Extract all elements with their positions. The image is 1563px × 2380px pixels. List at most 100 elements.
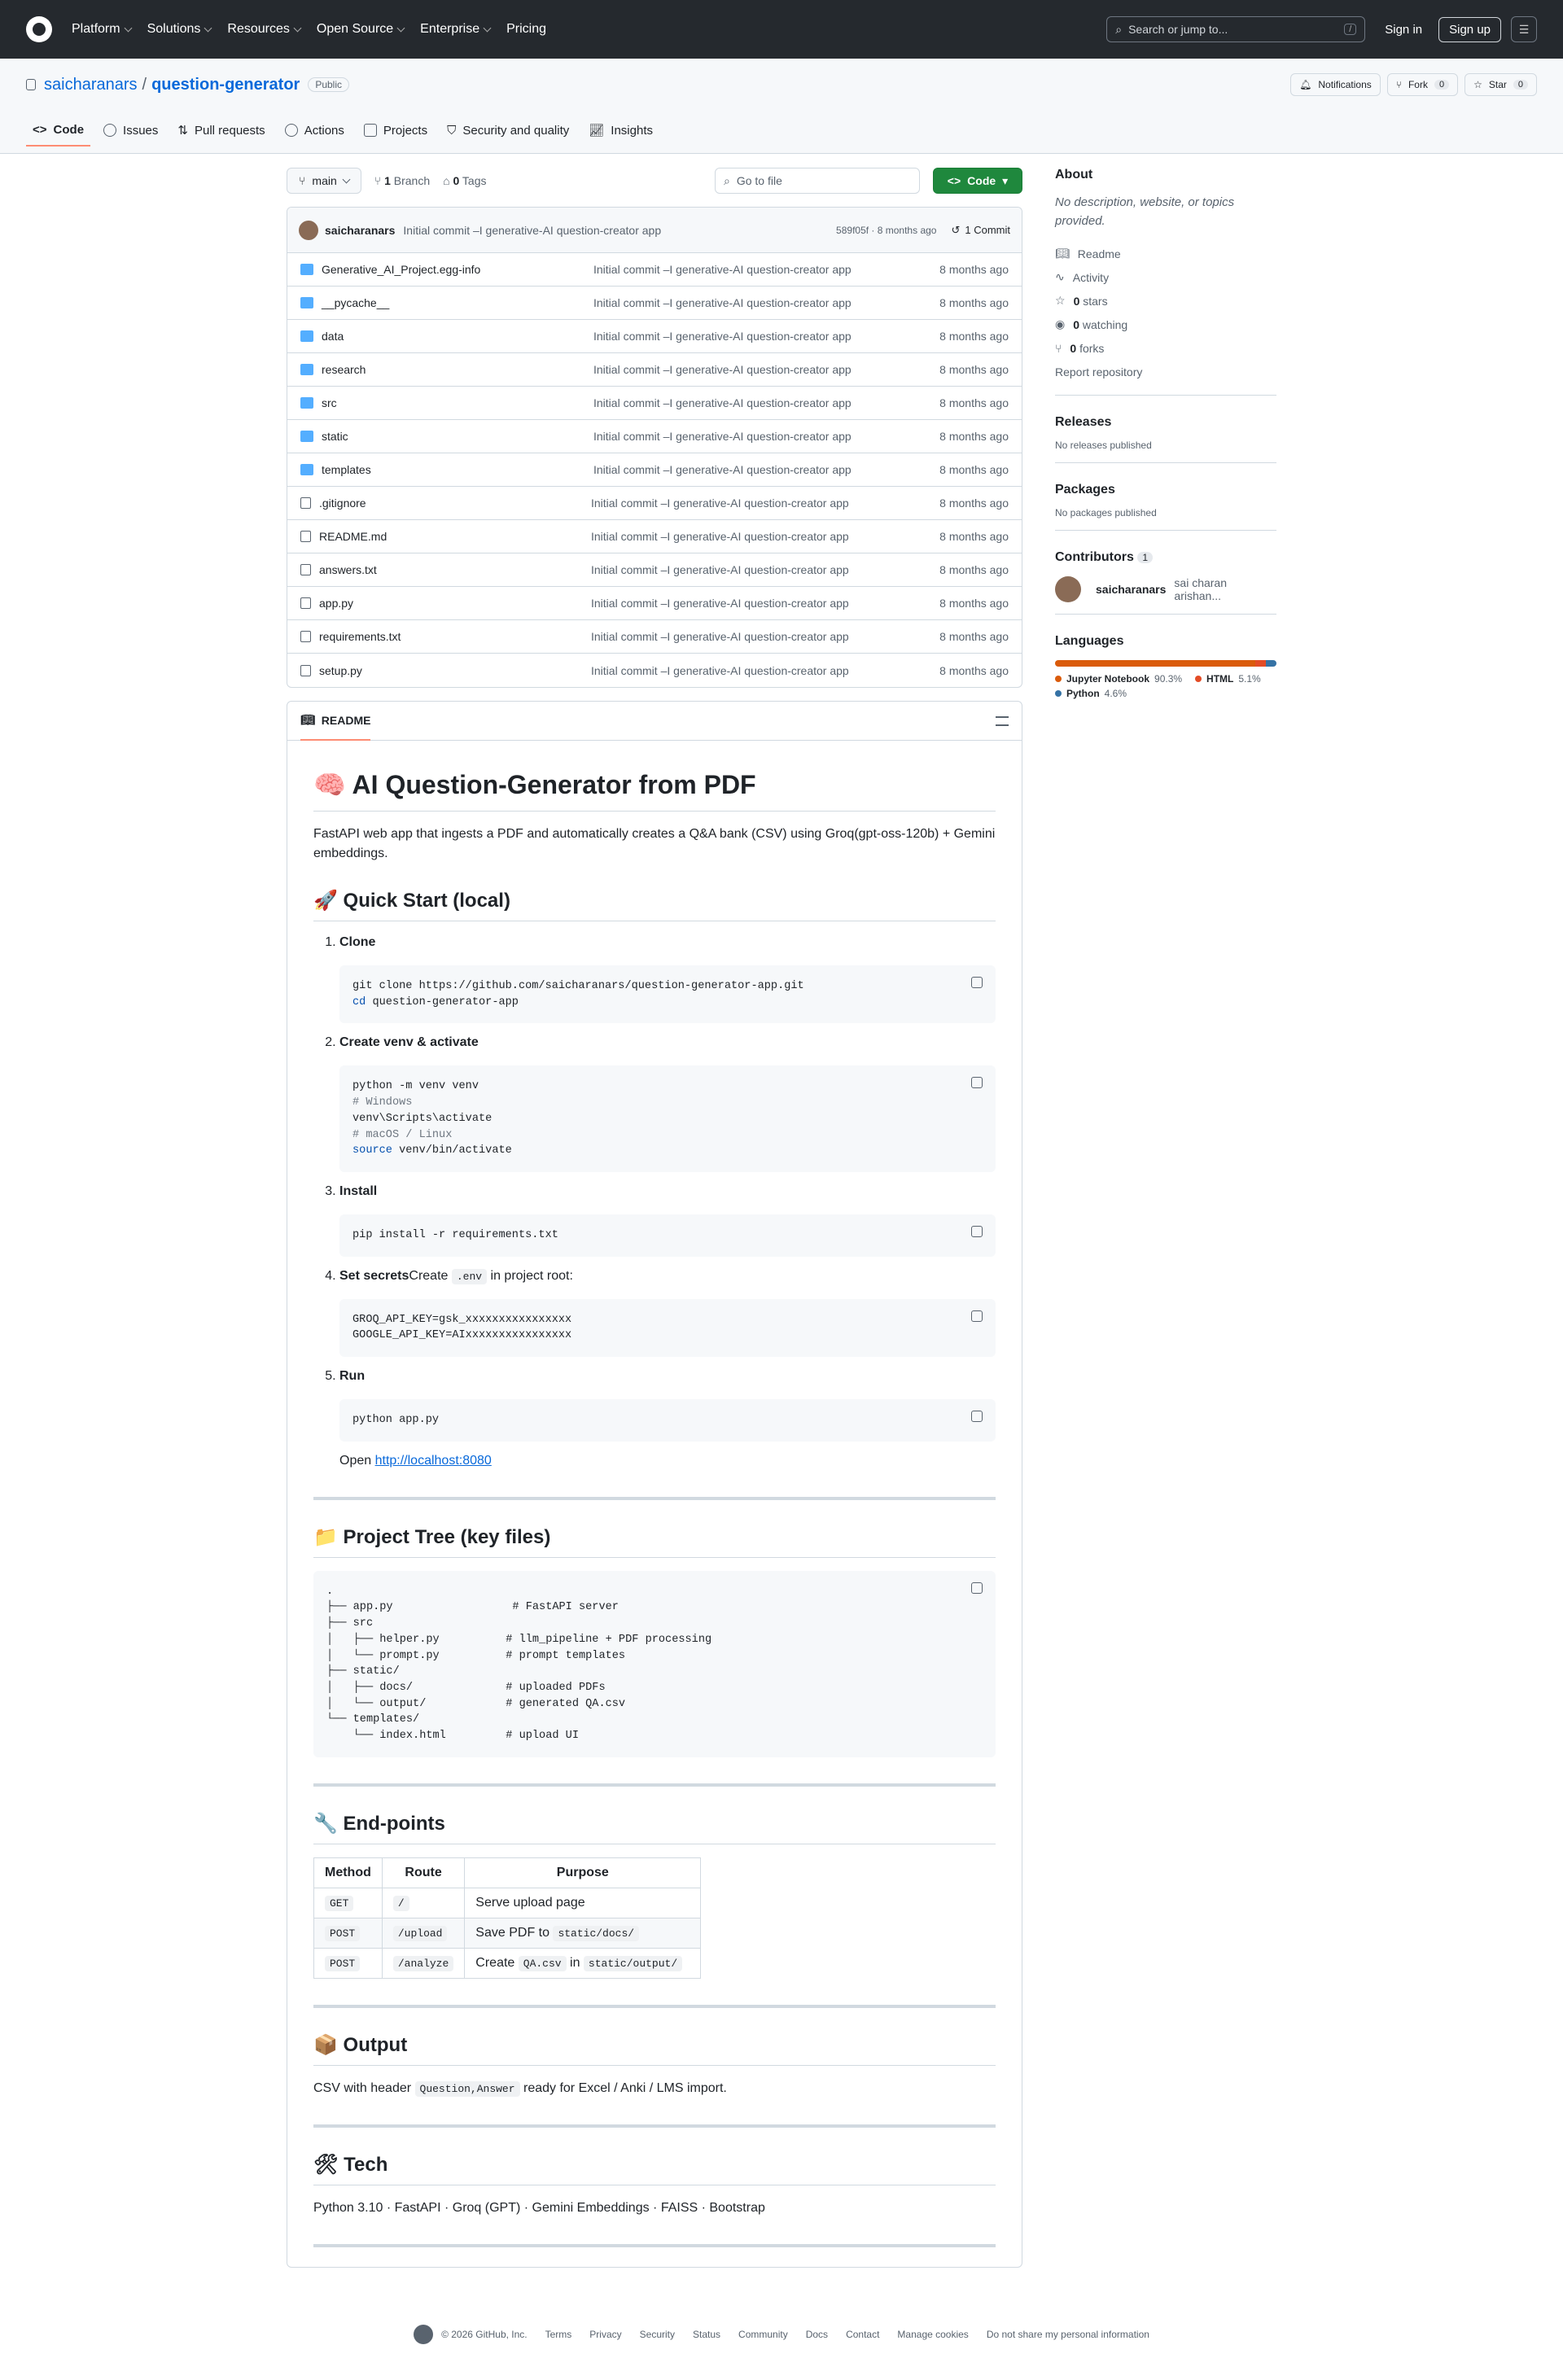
language-item[interactable]: Jupyter Notebook 90.3% <box>1055 673 1182 685</box>
watching-link[interactable]: ◉ 0 watching <box>1055 313 1276 336</box>
commit-count-link[interactable]: ↺ 1 Commit <box>951 224 1010 237</box>
go-to-file-input[interactable]: ⌕ Go to file <box>715 168 920 194</box>
copy-icon[interactable] <box>971 1310 983 1322</box>
file-row[interactable]: data Initial commit –I generative-AI ques… <box>287 320 1022 353</box>
footer-link[interactable]: Security <box>640 2329 675 2340</box>
sign-up-button[interactable]: Sign up <box>1438 16 1501 42</box>
code-button[interactable]: <> Code ▾ <box>933 168 1022 194</box>
file-row[interactable]: answers.txt Initial commit –I generative-… <box>287 553 1022 587</box>
tab-insights[interactable]: 📈︎ Insights <box>582 114 659 147</box>
nav-pricing[interactable]: Pricing <box>506 22 546 37</box>
footer-link[interactable]: Privacy <box>589 2329 621 2340</box>
footer-link[interactable]: Manage cookies <box>897 2329 968 2340</box>
file-name[interactable]: README.md <box>319 530 591 543</box>
stars-link[interactable]: ☆ 0 stars <box>1055 289 1276 313</box>
footer-link[interactable]: Status <box>693 2329 720 2340</box>
language-item[interactable]: HTML 5.1% <box>1195 673 1261 685</box>
localhost-link[interactable]: http://localhost:8080 <box>375 1454 492 1468</box>
search-input[interactable]: ⌕ Search or jump to... / <box>1106 16 1366 42</box>
file-commit-message[interactable]: Initial commit –I generative-AI question… <box>593 430 939 443</box>
tab-code[interactable]: <> Code <box>26 114 91 147</box>
file-commit-message[interactable]: Initial commit –I generative-AI question… <box>591 664 939 677</box>
file-commit-message[interactable]: Initial commit –I generative-AI question… <box>591 563 939 576</box>
file-commit-message[interactable]: Initial commit –I generative-AI question… <box>593 463 939 476</box>
file-name[interactable]: answers.txt <box>319 563 591 576</box>
tab-security[interactable]: ⛉ Security and quality <box>440 114 576 147</box>
file-name[interactable]: research <box>322 363 593 376</box>
footer-link[interactable]: Do not share my personal information <box>987 2329 1149 2340</box>
file-row[interactable]: setup.py Initial commit –I generative-AI … <box>287 654 1022 687</box>
repo-name-link[interactable]: question-generator <box>151 76 300 94</box>
nav-open-source[interactable]: Open Source <box>317 22 405 37</box>
file-row[interactable]: templates Initial commit –I generative-AI… <box>287 453 1022 487</box>
nav-solutions[interactable]: Solutions <box>147 22 212 37</box>
copy-icon[interactable] <box>971 977 983 988</box>
footer-link[interactable]: Terms <box>545 2329 572 2340</box>
file-name[interactable]: requirements.txt <box>319 630 591 643</box>
contributors-heading[interactable]: Contributors 1 <box>1055 550 1276 565</box>
commit-author[interactable]: saicharanars <box>325 224 395 237</box>
tags-link[interactable]: ⌂ 0 Tags <box>443 174 486 187</box>
footer-link[interactable]: Docs <box>806 2329 828 2340</box>
file-commit-message[interactable]: Initial commit –I generative-AI question… <box>593 296 939 309</box>
tab-projects[interactable]: Projects <box>357 114 434 147</box>
fork-button[interactable]: ⑂ Fork 0 <box>1386 73 1459 96</box>
file-row[interactable]: static Initial commit –I generative-AI qu… <box>287 420 1022 453</box>
file-row[interactable]: .gitignore Initial commit –I generative-A… <box>287 487 1022 520</box>
outline-icon[interactable] <box>996 715 1009 726</box>
notifications-button[interactable]: 🔔︎ Notifications <box>1290 73 1381 96</box>
file-name[interactable]: Generative_AI_Project.egg-info <box>322 263 593 276</box>
readme-tab[interactable]: 📖︎ README <box>300 702 371 741</box>
file-commit-message[interactable]: Initial commit –I generative-AI question… <box>591 597 939 610</box>
copy-icon[interactable] <box>971 1225 983 1237</box>
file-commit-message[interactable]: Initial commit –I generative-AI question… <box>593 396 939 409</box>
file-row[interactable]: app.py Initial commit –I generative-AI qu… <box>287 587 1022 620</box>
tab-pull-requests[interactable]: ⇅ Pull requests <box>171 114 271 147</box>
commit-message[interactable]: Initial commit –I generative-AI question… <box>403 224 661 237</box>
file-name[interactable]: data <box>322 330 593 343</box>
nav-platform[interactable]: Platform <box>72 22 133 37</box>
star-button[interactable]: ☆ Star 0 <box>1464 73 1537 96</box>
readme-link[interactable]: 📖︎ Readme <box>1055 242 1276 265</box>
forks-link[interactable]: ⑂ 0 forks <box>1055 336 1276 360</box>
file-commit-message[interactable]: Initial commit –I generative-AI question… <box>591 497 939 510</box>
tab-actions[interactable]: Actions <box>278 114 351 147</box>
file-name[interactable]: setup.py <box>319 664 591 677</box>
avatar[interactable] <box>299 220 318 240</box>
file-commit-message[interactable]: Initial commit –I generative-AI question… <box>591 530 939 543</box>
github-logo-icon[interactable] <box>26 16 52 42</box>
repo-owner-link[interactable]: saicharanars <box>44 76 138 94</box>
tab-issues[interactable]: Issues <box>97 114 164 147</box>
footer-link[interactable]: Contact <box>846 2329 879 2340</box>
file-name[interactable]: __pycache__ <box>322 296 593 309</box>
file-name[interactable]: .gitignore <box>319 497 591 510</box>
commit-sha-time[interactable]: 589f05f · 8 months ago <box>836 225 936 236</box>
file-row[interactable]: requirements.txt Initial commit –I genera… <box>287 620 1022 654</box>
file-row[interactable]: __pycache__ Initial commit –I generative-… <box>287 287 1022 320</box>
file-commit-message[interactable]: Initial commit –I generative-AI question… <box>593 363 939 376</box>
sign-in-link[interactable]: Sign in <box>1385 23 1422 37</box>
language-item[interactable]: Python 4.6% <box>1055 688 1127 699</box>
releases-heading[interactable]: Releases <box>1055 415 1276 430</box>
menu-icon[interactable]: ☰ <box>1511 16 1537 42</box>
activity-link[interactable]: ∿ Activity <box>1055 265 1276 289</box>
file-row[interactable]: Generative_AI_Project.egg-info Initial co… <box>287 253 1022 287</box>
file-name[interactable]: src <box>322 396 593 409</box>
file-commit-message[interactable]: Initial commit –I generative-AI question… <box>591 630 939 643</box>
footer-link[interactable]: Community <box>738 2329 788 2340</box>
file-name[interactable]: static <box>322 430 593 443</box>
copy-icon[interactable] <box>971 1411 983 1423</box>
file-name[interactable]: app.py <box>319 597 591 610</box>
nav-resources[interactable]: Resources <box>227 22 302 37</box>
contributor[interactable]: saicharanars sai charan arishan... <box>1055 576 1276 602</box>
file-row[interactable]: README.md Initial commit –I generative-AI… <box>287 520 1022 553</box>
branch-select[interactable]: ⑂ main <box>287 168 361 194</box>
github-logo-icon[interactable] <box>414 2325 434 2344</box>
file-commit-message[interactable]: Initial commit –I generative-AI question… <box>593 263 939 276</box>
file-name[interactable]: templates <box>322 463 593 476</box>
copy-icon[interactable] <box>971 1582 983 1594</box>
file-row[interactable]: research Initial commit –I generative-AI … <box>287 353 1022 387</box>
branches-link[interactable]: ⑂ 1 Branch <box>374 174 430 187</box>
nav-enterprise[interactable]: Enterprise <box>420 22 492 37</box>
file-row[interactable]: src Initial commit –I generative-AI quest… <box>287 387 1022 420</box>
